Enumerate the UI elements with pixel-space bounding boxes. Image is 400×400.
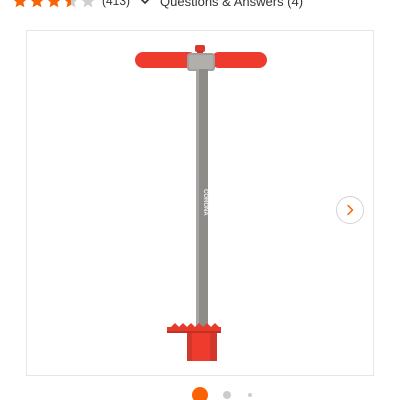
star-half-icon bbox=[65, 0, 77, 8]
rating-row: (413) Questions & Answers (4) bbox=[12, 0, 303, 9]
chevron-right-icon bbox=[347, 204, 354, 216]
star-full-icon bbox=[31, 0, 43, 8]
brand-label: CORONA bbox=[202, 189, 208, 216]
review-count[interactable]: (413) bbox=[102, 0, 130, 8]
product-page: (413) Questions & Answers (4) CORONA bbox=[0, 0, 400, 400]
star-full-icon bbox=[48, 0, 60, 8]
carousel-next-button[interactable] bbox=[336, 196, 364, 224]
product-image: CORONA bbox=[135, 45, 267, 361]
pager-dot-active[interactable] bbox=[192, 387, 208, 400]
pager-dot[interactable] bbox=[223, 391, 231, 399]
star-empty-icon bbox=[82, 0, 94, 8]
product-image-frame[interactable]: CORONA bbox=[26, 30, 374, 376]
carousel-pager bbox=[0, 386, 400, 400]
pager-dot[interactable] bbox=[248, 393, 252, 397]
star-rating[interactable] bbox=[12, 0, 96, 9]
star-full-icon bbox=[14, 0, 26, 8]
chevron-down-icon[interactable] bbox=[139, 0, 151, 7]
questions-answers-link[interactable]: Questions & Answers (4) bbox=[160, 0, 303, 9]
